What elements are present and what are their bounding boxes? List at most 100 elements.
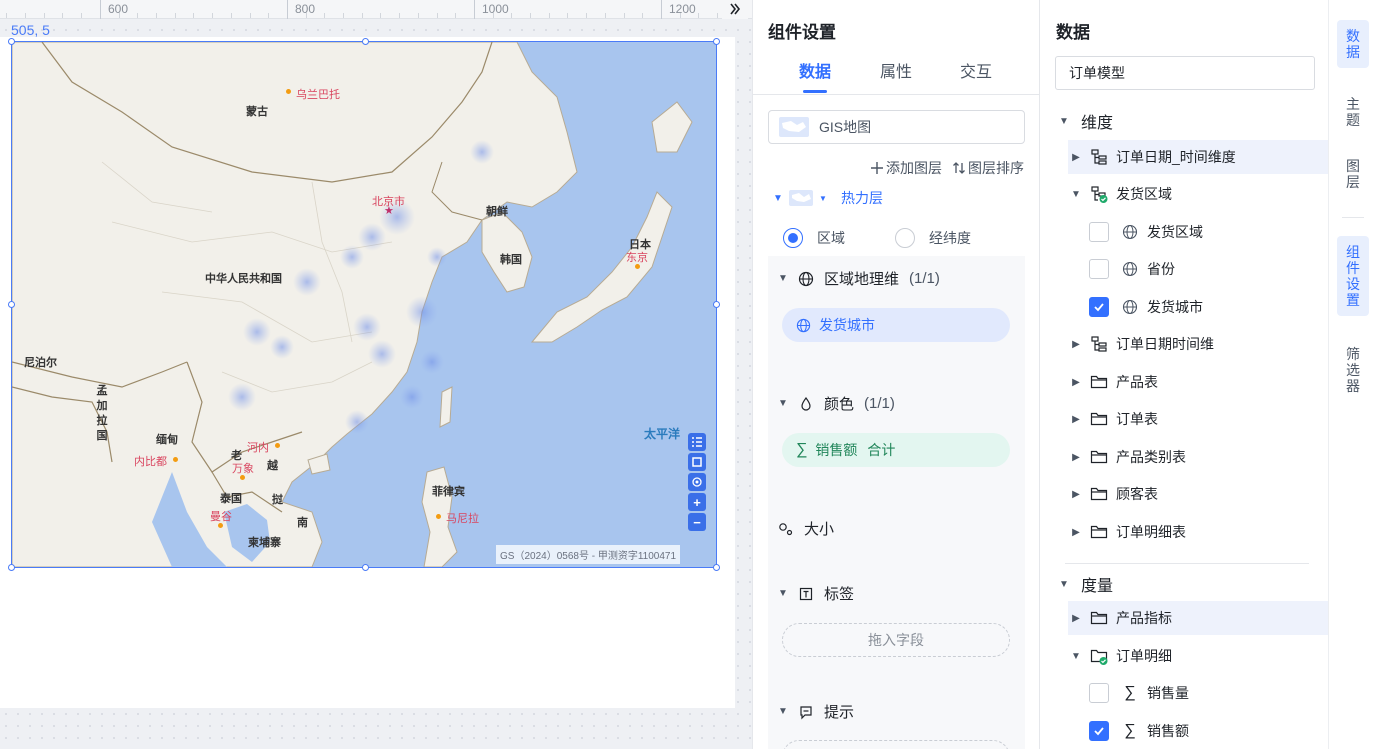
add-layer-button[interactable]: 添加图层 [870, 158, 942, 178]
gis-map-component[interactable]: 蒙古 中华人民共和国 朝鲜 韩国 日本 尼泊尔 缅甸 老 泰国 越 挝 南 柬埔… [12, 42, 716, 567]
shelf-geo-header[interactable]: ▼ 区域地理维 (1/1) [778, 268, 940, 289]
caret-down-icon[interactable]: ▼ [819, 194, 829, 203]
tree-item-order-detail[interactable]: ▼ 订单明细 [1068, 639, 1328, 673]
chevron-right-icon[interactable]: ▶ [1068, 339, 1084, 350]
measure-section-header[interactable]: ▼ 度量 [1059, 572, 1113, 596]
tree-item-ship-region-field[interactable]: 发货区域 [1089, 215, 1328, 249]
chevron-right-icon[interactable]: ▶ [1068, 377, 1084, 388]
chevron-down-icon: ▼ [778, 398, 788, 409]
tree-item-product-table[interactable]: ▶ 产品表 [1068, 365, 1328, 399]
tree-item-customer-table[interactable]: ▶ 顾客表 [1068, 477, 1328, 511]
data-panel: 数据 订单模型 ▼ 维度 ▶ 订单日期_时间维度 ▼ 发货区域 发货区域 省份 … [1041, 0, 1328, 749]
tree-item-order-date-dim[interactable]: ▶ 订单日期时间维 [1068, 327, 1328, 361]
design-canvas[interactable]: 600 800 1000 1200 505, 5 蒙古 中华人民共和国 朝鲜 韩… [0, 0, 752, 749]
plus-icon [871, 162, 883, 174]
layer-thumbnail-icon [789, 190, 813, 206]
tree-item-ship-city[interactable]: 发货城市 [1089, 290, 1328, 324]
tree-item-order-date-time-dim[interactable]: ▶ 订单日期_时间维度 [1068, 140, 1328, 174]
hierarchy-checked-icon [1088, 185, 1110, 203]
tree-item-order-table[interactable]: ▶ 订单表 [1068, 402, 1328, 436]
ruler-label-600: 600 [108, 2, 129, 16]
rail-filters[interactable]: 筛选器 [1337, 338, 1369, 402]
radio-region[interactable] [783, 228, 803, 248]
label-drop-zone[interactable]: 拖入字段 [782, 623, 1010, 657]
layer-name: 热力层 [841, 190, 883, 206]
resize-handle-e[interactable] [713, 301, 720, 308]
component-settings-panel: 组件设置 数据 属性 交互 GIS地图 添加图层 图层排序 ▼ ▼ 热力层 区域 [752, 0, 1040, 749]
checkbox-checked[interactable] [1089, 297, 1109, 317]
chevron-right-icon[interactable]: ▶ [1068, 613, 1084, 624]
radio-latlng[interactable] [895, 228, 915, 248]
shelf-tooltip-header[interactable]: ▼ 提示 [778, 701, 854, 722]
data-model-select[interactable]: 订单模型 [1055, 56, 1315, 90]
map-label-philippines: 菲律宾 [432, 486, 465, 498]
shelf-size-header[interactable]: 大小 [778, 518, 834, 539]
capital-star-icon: ★ [384, 205, 394, 217]
chevron-down-icon: ▼ [778, 588, 788, 599]
tab-properties[interactable]: 属性 [880, 58, 912, 82]
map-city-hanoi: 河内 [247, 442, 269, 454]
layer-heatmap[interactable]: ▼ ▼ 热力层 [773, 188, 883, 208]
resize-handle-nw[interactable] [8, 38, 15, 45]
city-dot [436, 514, 441, 519]
chevron-down-icon: ▼ [778, 706, 788, 717]
chevron-right-icon[interactable]: ▶ [1068, 414, 1084, 425]
tab-interaction[interactable]: 交互 [960, 58, 992, 82]
chevron-right-icon[interactable]: ▶ [1068, 527, 1084, 538]
field-pill-ship-city[interactable]: 发货城市 [782, 308, 1010, 342]
chevron-right-icon[interactable]: ▶ [1068, 452, 1084, 463]
shelf-label-header[interactable]: ▼ 标签 [778, 583, 854, 604]
checkbox[interactable] [1089, 222, 1109, 242]
resize-handle-sw[interactable] [8, 564, 15, 571]
chevron-down-icon[interactable]: ▼ [773, 193, 783, 204]
locate-icon[interactable] [688, 473, 706, 491]
tree-item-ship-region[interactable]: ▼ 发货区域 [1068, 177, 1328, 211]
globe-icon [796, 318, 811, 332]
folder-icon [1088, 410, 1110, 428]
rail-layers[interactable]: 图层 [1337, 150, 1369, 198]
sort-layers-button[interactable]: 图层排序 [952, 158, 1024, 178]
collapse-panel-icon[interactable] [722, 0, 748, 19]
tooltip-drop-zone[interactable] [782, 740, 1010, 749]
chevron-down-icon[interactable]: ▼ [1068, 651, 1084, 662]
fit-bounds-icon[interactable] [688, 453, 706, 471]
rail-theme[interactable]: 主题 [1337, 88, 1369, 136]
sigma-icon: ∑ [796, 441, 808, 458]
rail-data[interactable]: 数据 [1337, 20, 1369, 68]
checkbox[interactable] [1089, 259, 1109, 279]
map-city-tokyo: 东京 [626, 252, 648, 264]
field-pill-sales-sum[interactable]: ∑ 销售额 合计 [782, 433, 1010, 467]
ruler-label-1000: 1000 [482, 2, 509, 16]
tree-item-sales-amount[interactable]: ∑ 销售额 [1089, 714, 1328, 748]
chart-type-select[interactable]: GIS地图 [768, 110, 1025, 144]
rail-component-settings[interactable]: 组件设置 [1337, 236, 1369, 316]
tree-item-order-detail-table[interactable]: ▶ 订单明细表 [1068, 515, 1328, 549]
chevron-right-icon[interactable]: ▶ [1068, 152, 1084, 163]
resize-handle-s[interactable] [362, 564, 369, 571]
map-city-manila: 马尼拉 [446, 513, 479, 525]
map-city-ulaanbaatar: 乌兰巴托 [296, 89, 340, 101]
checkbox[interactable] [1089, 683, 1109, 703]
shelf-color-header[interactable]: ▼ 颜色 (1/1) [778, 393, 895, 414]
chevron-down-icon[interactable]: ▼ [1068, 189, 1084, 200]
checkbox-checked[interactable] [1089, 721, 1109, 741]
dimension-section-header[interactable]: ▼ 维度 [1059, 109, 1113, 133]
tab-data[interactable]: 数据 [799, 58, 831, 82]
ruler-label-1200: 1200 [669, 2, 696, 16]
legend-list-icon[interactable] [688, 433, 706, 451]
zoom-in-icon[interactable]: + [688, 493, 706, 511]
hierarchy-icon [1088, 148, 1110, 166]
tree-item-product-category-table[interactable]: ▶ 产品类别表 [1068, 440, 1328, 474]
tree-item-product-metrics[interactable]: ▶ 产品指标 [1068, 601, 1328, 635]
zoom-out-icon[interactable]: − [688, 513, 706, 531]
tree-item-province[interactable]: 省份 [1089, 252, 1328, 286]
resize-handle-se[interactable] [713, 564, 720, 571]
radio-latlng-label: 经纬度 [929, 230, 971, 246]
globe-icon [1119, 298, 1141, 316]
tree-item-sales-qty[interactable]: ∑ 销售量 [1089, 676, 1328, 710]
resize-handle-ne[interactable] [713, 38, 720, 45]
resize-handle-n[interactable] [362, 38, 369, 45]
resize-handle-w[interactable] [8, 301, 15, 308]
chevron-right-icon[interactable]: ▶ [1068, 489, 1084, 500]
folder-icon [1088, 485, 1110, 503]
